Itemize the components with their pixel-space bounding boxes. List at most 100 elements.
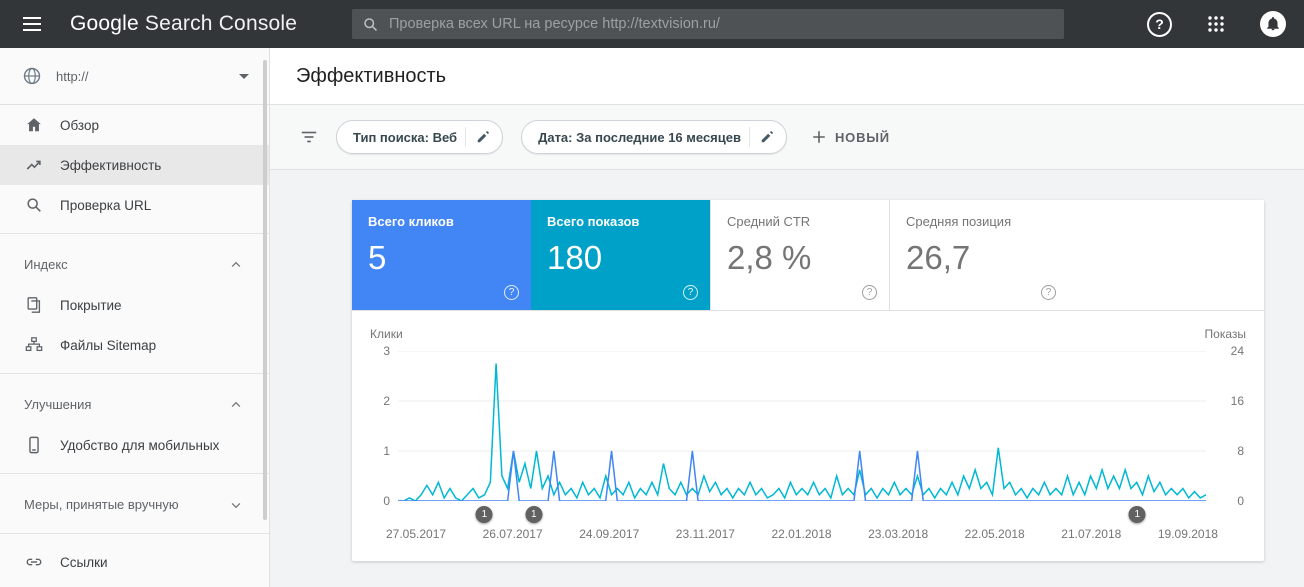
x-axis-labels: 27.05.2017 26.07.2017 24.09.2017 23.11.2017…	[386, 527, 1218, 541]
help-icon: ?	[1155, 16, 1164, 32]
y-axis-left: 3210	[368, 351, 398, 501]
performance-chart-svg	[398, 351, 1206, 501]
x-axis-date: 22.01.2018	[771, 527, 831, 541]
tile-label: Средняя позиция	[906, 214, 1052, 229]
sidebar-item-links[interactable]: Ссылки	[0, 534, 269, 582]
chevron-up-icon	[229, 398, 243, 412]
url-inspect-input[interactable]	[389, 16, 1054, 32]
sidebar-item-performance[interactable]: Эффективность	[0, 145, 269, 185]
y-tick-label: 1	[383, 444, 390, 458]
section-header-index[interactable]: Индекс	[0, 233, 269, 285]
page-title: Эффективность	[296, 65, 446, 88]
plot-area: 111	[398, 351, 1206, 501]
sidebar-scrollbar[interactable]	[263, 60, 267, 520]
sidebar-item-mobile-usability[interactable]: Удобство для мобильных	[0, 425, 269, 465]
help-circle-icon[interactable]: ?	[1041, 285, 1056, 300]
bell-icon	[1266, 17, 1280, 31]
property-selector[interactable]: http://	[0, 48, 269, 105]
x-axis-date: 23.11.2017	[676, 527, 735, 541]
tile-total-clicks[interactable]: Всего кликов 5 ?	[352, 200, 531, 310]
search-bar[interactable]	[352, 9, 1064, 39]
link-icon	[24, 553, 44, 571]
metrics-card: Всего кликов 5 ? Всего показов 180 ? Сре…	[352, 200, 1264, 561]
notifications-button[interactable]	[1260, 11, 1286, 37]
chip-date[interactable]: Дата: За последние 16 месяцев	[521, 120, 787, 154]
y-tick-label: 24	[1231, 344, 1244, 358]
x-axis-date: 23.03.2018	[868, 527, 928, 541]
menu-button[interactable]	[12, 4, 52, 44]
chevron-up-icon	[229, 258, 243, 272]
tile-value: 180	[547, 239, 694, 277]
content-area: Всего кликов 5 ? Всего показов 180 ? Сре…	[270, 170, 1304, 587]
tile-total-impressions[interactable]: Всего показов 180 ?	[531, 200, 710, 310]
mobile-icon	[24, 436, 44, 454]
x-axis-date: 19.09.2018	[1158, 527, 1218, 541]
tile-value: 2,8 %	[727, 239, 873, 277]
pencil-icon	[760, 130, 774, 144]
x-axis-date: 26.07.2017	[483, 527, 543, 541]
help-circle-icon[interactable]: ?	[683, 285, 698, 300]
help-circle-icon[interactable]: ?	[862, 285, 877, 300]
plus-icon	[811, 129, 827, 145]
sidebar: http:// Обзор Эффективность	[0, 48, 270, 587]
y-tick-label: 0	[1237, 494, 1244, 508]
tile-average-ctr[interactable]: Средний CTR 2,8 % ?	[710, 200, 889, 310]
sidebar-item-url-inspection[interactable]: Проверка URL	[0, 185, 269, 225]
new-filter-button[interactable]: НОВЫЙ	[811, 129, 890, 145]
y-tick-label: 2	[383, 394, 390, 408]
tile-label: Средний CTR	[727, 214, 873, 229]
sitemap-icon	[24, 336, 44, 354]
performance-icon	[24, 156, 44, 174]
filter-icon[interactable]	[300, 128, 318, 146]
top-app-bar: Google Search Console ?	[0, 0, 1304, 48]
topbar-actions: ?	[1147, 0, 1286, 48]
annotation-marker[interactable]: 1	[476, 506, 493, 523]
tiles-filler	[1068, 200, 1264, 310]
tile-value: 5	[368, 239, 515, 277]
x-axis-date: 21.07.2018	[1061, 527, 1121, 541]
main-content: Эффективность Тип поиска: Веб	[270, 48, 1304, 587]
help-circle-icon[interactable]: ?	[504, 285, 519, 300]
chart-section: Клики Показы 3210 111 241680 27.05.20172…	[352, 311, 1264, 561]
chart-axis-title-left: Клики	[370, 327, 403, 341]
section-header-manual-actions[interactable]: Меры, принятые вручную	[0, 473, 269, 525]
chevron-down-icon	[229, 498, 243, 512]
logo-google: Google	[70, 12, 139, 35]
page-header: Эффективность	[270, 48, 1304, 105]
logo: Google Search Console	[70, 12, 297, 36]
metric-tiles: Всего кликов 5 ? Всего показов 180 ? Сре…	[352, 200, 1264, 311]
tile-label: Всего показов	[547, 214, 694, 229]
x-axis-date: 27.05.2017	[386, 527, 446, 541]
tile-average-position[interactable]: Средняя позиция 26,7 ?	[889, 200, 1068, 310]
x-axis-date: 22.05.2018	[965, 527, 1025, 541]
sidebar-item-coverage[interactable]: Покрытие	[0, 285, 269, 325]
chip-search-type[interactable]: Тип поиска: Веб	[336, 120, 503, 154]
section-header-enhancements[interactable]: Улучшения	[0, 373, 269, 425]
y-tick-label: 3	[383, 344, 390, 358]
annotation-marker[interactable]: 1	[1129, 506, 1146, 523]
home-icon	[24, 116, 44, 134]
chart-axis-title-right: Показы	[1205, 327, 1246, 341]
x-axis-date: 24.09.2017	[579, 527, 639, 541]
app-root: Google Search Console ?	[0, 0, 1304, 587]
help-button[interactable]: ?	[1147, 12, 1172, 37]
property-label: http://	[56, 69, 239, 84]
y-tick-label: 8	[1237, 444, 1244, 458]
apps-grid-icon	[1206, 14, 1226, 34]
y-axis-right: 241680	[1206, 351, 1248, 501]
logo-product: Search Console	[145, 12, 297, 35]
apps-grid-button[interactable]	[1206, 14, 1226, 34]
y-tick-label: 16	[1231, 394, 1244, 408]
sidebar-item-sitemaps[interactable]: Файлы Sitemap	[0, 325, 269, 365]
caret-down-icon	[239, 74, 249, 79]
magnifier-icon	[24, 196, 44, 214]
search-icon	[362, 16, 379, 33]
hamburger-icon	[23, 17, 41, 19]
annotation-marker[interactable]: 1	[525, 506, 542, 523]
tile-label: Всего кликов	[368, 214, 515, 229]
tile-value: 26,7	[906, 239, 1052, 277]
y-tick-label: 0	[383, 494, 390, 508]
pencil-icon	[476, 130, 490, 144]
sidebar-item-overview[interactable]: Обзор	[0, 105, 269, 145]
coverage-icon	[24, 296, 44, 314]
